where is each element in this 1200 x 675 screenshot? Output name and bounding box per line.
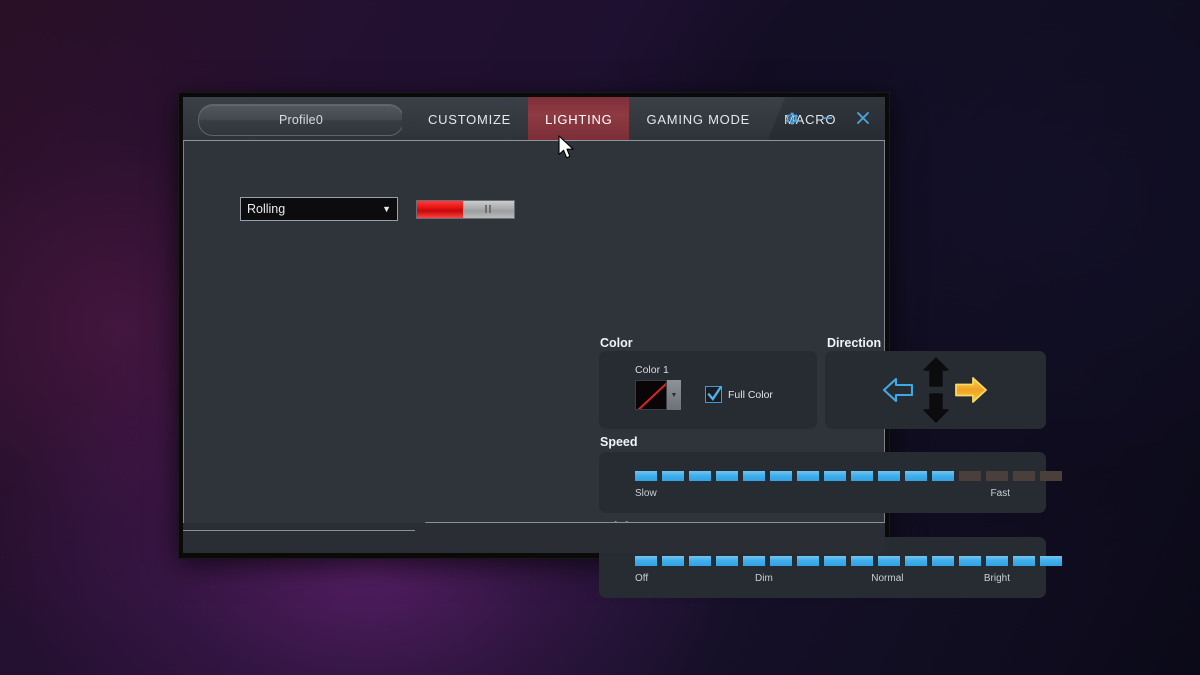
brightness-segment[interactable] xyxy=(959,556,981,566)
profile-label: Profile0 xyxy=(279,113,323,127)
brightness-segment[interactable] xyxy=(824,556,846,566)
status-bar-divider xyxy=(183,530,415,531)
tab-customize[interactable]: CUSTOMIZE xyxy=(411,97,528,141)
gear-icon[interactable] xyxy=(781,108,801,128)
speed-tick-label: Fast xyxy=(990,488,1010,499)
color-swatch-picker[interactable]: ▼ xyxy=(635,380,681,410)
application-window: Profile0 CUSTOMIZE LIGHTING GAMING MODE xyxy=(178,92,1062,598)
brightness-segment[interactable] xyxy=(797,556,819,566)
effect-mode-row: Rolling ▼ xyxy=(240,197,515,221)
chevron-down-icon: ▼ xyxy=(382,203,391,214)
speed-panel: Slow Fast xyxy=(599,452,1062,513)
tab-customize-label: CUSTOMIZE xyxy=(428,111,512,127)
profile-selector-button[interactable]: Profile0 xyxy=(198,104,404,136)
desktop-background: Profile0 CUSTOMIZE LIGHTING GAMING MODE xyxy=(0,0,1200,675)
full-color-label: Full Color xyxy=(728,388,773,401)
brightness-slider[interactable] xyxy=(635,556,1062,566)
brightness-segment[interactable] xyxy=(905,556,927,566)
effect-dropdown[interactable]: Rolling ▼ xyxy=(240,197,398,221)
status-bar-shape xyxy=(183,522,885,553)
arrow-left-icon xyxy=(882,377,913,403)
brightness-segment[interactable] xyxy=(689,556,711,566)
speed-segment[interactable] xyxy=(1013,471,1035,481)
brightness-segment[interactable] xyxy=(1040,556,1062,566)
speed-segment[interactable] xyxy=(959,471,981,481)
brightness-tick-label: Off xyxy=(635,573,649,584)
brightness-tick-label: Bright xyxy=(983,573,1010,584)
brightness-segment[interactable] xyxy=(986,556,1008,566)
brightness-tick-label: Normal xyxy=(871,573,904,584)
brightness-segment[interactable] xyxy=(770,556,792,566)
checkmark-icon xyxy=(707,385,723,401)
title-bar: Profile0 CUSTOMIZE LIGHTING GAMING MODE xyxy=(183,97,885,142)
color-section-title: Color xyxy=(600,336,633,350)
chevron-down-icon: ▼ xyxy=(667,380,681,410)
speed-segment[interactable] xyxy=(824,471,846,481)
direction-section-title: Direction xyxy=(827,336,882,350)
pause-button[interactable] xyxy=(416,199,515,219)
minimize-icon[interactable] xyxy=(817,108,837,128)
speed-segment[interactable] xyxy=(986,471,1008,481)
tab-gaming-mode[interactable]: GAMING MODE xyxy=(629,97,767,141)
arrow-left-button[interactable] xyxy=(882,374,914,411)
arrow-right-icon xyxy=(954,377,987,403)
arrow-down-icon xyxy=(922,393,949,423)
window-body: Rolling ▼ Color Color 1 ▼ Full Color Dir… xyxy=(183,141,1062,598)
brightness-segment[interactable] xyxy=(716,556,738,566)
brightness-segment[interactable] xyxy=(878,556,900,566)
effect-dropdown-value: Rolling xyxy=(247,202,286,216)
color-swatch xyxy=(635,380,667,410)
arrow-up-button[interactable] xyxy=(922,357,950,392)
arrow-up-icon xyxy=(922,357,949,387)
direction-arrow-cluster xyxy=(876,357,996,423)
direction-panel xyxy=(825,351,1046,429)
speed-segment[interactable] xyxy=(662,471,684,481)
color-panel: Color 1 ▼ Full Color xyxy=(599,351,817,429)
speed-section-title: Speed xyxy=(600,435,638,449)
tab-lighting[interactable]: LIGHTING xyxy=(528,97,630,141)
body-left-rail xyxy=(183,141,184,523)
window-inner-frame: Profile0 CUSTOMIZE LIGHTING GAMING MODE xyxy=(183,97,1062,598)
status-bar xyxy=(183,522,885,553)
speed-segment[interactable] xyxy=(797,471,819,481)
pause-bar-right xyxy=(489,205,492,213)
arrow-down-button[interactable] xyxy=(922,393,950,428)
speed-slider[interactable] xyxy=(635,471,1062,481)
full-color-checkbox[interactable]: Full Color xyxy=(705,385,773,403)
speed-tick-label: Slow xyxy=(635,488,657,499)
brightness-segment[interactable] xyxy=(932,556,954,566)
speed-segment[interactable] xyxy=(743,471,765,481)
speed-tick-labels: Slow Fast xyxy=(635,488,1010,502)
speed-segment[interactable] xyxy=(689,471,711,481)
speed-segment[interactable] xyxy=(1040,471,1062,481)
brightness-segment[interactable] xyxy=(1013,556,1035,566)
window-controls xyxy=(781,108,873,128)
arrow-right-button[interactable] xyxy=(954,373,988,412)
pause-icon xyxy=(462,200,514,218)
playback-progress-fill xyxy=(417,200,463,218)
speed-segment[interactable] xyxy=(770,471,792,481)
speed-segment[interactable] xyxy=(635,471,657,481)
speed-segment[interactable] xyxy=(932,471,954,481)
pause-bar-left xyxy=(485,205,488,213)
tab-lighting-label: LIGHTING xyxy=(545,111,613,127)
speed-segment[interactable] xyxy=(878,471,900,481)
brightness-tick-labels: Off Dim Normal Bright xyxy=(635,573,1010,587)
speed-segment[interactable] xyxy=(851,471,873,481)
color1-label: Color 1 xyxy=(635,364,669,376)
checkbox-box xyxy=(705,385,723,403)
brightness-tick-label: Dim xyxy=(755,573,773,584)
brightness-segment[interactable] xyxy=(635,556,657,566)
close-icon[interactable] xyxy=(853,108,873,128)
brightness-segment[interactable] xyxy=(743,556,765,566)
speed-segment[interactable] xyxy=(716,471,738,481)
tab-gaming-mode-label: GAMING MODE xyxy=(646,111,751,127)
brightness-segment[interactable] xyxy=(851,556,873,566)
speed-segment[interactable] xyxy=(905,471,927,481)
brightness-segment[interactable] xyxy=(662,556,684,566)
